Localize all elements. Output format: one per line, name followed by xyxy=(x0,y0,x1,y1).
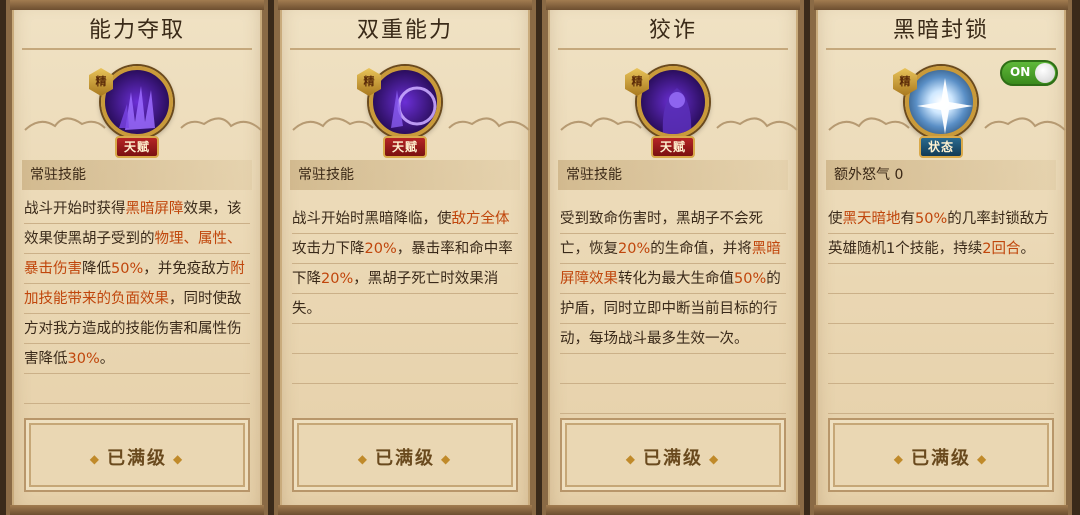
description-text: 攻击力下降 xyxy=(292,241,365,257)
diamond-icon: ◆ xyxy=(173,452,185,466)
type-badge: 状态 xyxy=(919,136,963,158)
title-divider xyxy=(826,48,1056,50)
highlight-text: 敌方全体 xyxy=(451,211,510,227)
toggle-label: ON xyxy=(1010,65,1031,79)
max-level-label: ◆ 已满级 ◆ xyxy=(294,444,516,470)
description-text: 战斗开始时获得 xyxy=(24,201,126,217)
diamond-icon: ◆ xyxy=(625,452,637,466)
description-text: 。 xyxy=(99,351,115,367)
max-level-label: ◆ 已满级 ◆ xyxy=(26,444,248,470)
diamond-icon: ◆ xyxy=(441,452,453,466)
highlight-text: 30% xyxy=(67,351,100,367)
type-badge: 天赋 xyxy=(115,136,159,158)
type-badge: 天赋 xyxy=(383,136,427,158)
max-level-label: ◆ 已满级 ◆ xyxy=(830,444,1052,470)
diamond-icon: ◆ xyxy=(357,452,369,466)
description-text: 降低 xyxy=(82,261,111,277)
highlight-text: 黑暗屏障 xyxy=(125,201,184,217)
max-level-button[interactable]: ◆ 已满级 ◆ xyxy=(828,418,1054,492)
skill-description: 使黑天暗地有50%的几率封锁敌方英雄随机1个技能，持续2回合。 xyxy=(828,204,1054,414)
skill-description: 受到致命伤害时，黑胡子不会死亡，恢复20%的生命值，并将黑暗屏障效果转化为最大生… xyxy=(560,204,786,414)
description-text: 使 xyxy=(828,211,843,227)
highlight-text: 50% xyxy=(915,211,948,227)
max-level-button[interactable]: ◆ 已满级 ◆ xyxy=(292,418,518,492)
type-badge: 天赋 xyxy=(651,136,695,158)
skill-card-3: 狡诈 精 天赋 常驻技能 受到致命伤害时，黑胡子不会死亡，恢复20%的生命值，并… xyxy=(542,0,804,515)
highlight-text: 黑天暗地 xyxy=(842,211,901,227)
description-text: 。 xyxy=(1020,241,1035,257)
highlight-text: 50% xyxy=(734,271,767,287)
section-label: 额外怒气 0 xyxy=(826,160,1056,190)
skill-description: 战斗开始时黑暗降临，使敌方全体攻击力下降20%，暴击率和命中率下降20%，黑胡子… xyxy=(292,204,518,384)
toggle-knob xyxy=(1035,63,1055,83)
highlight-text: 20% xyxy=(364,241,397,257)
skill-cards: 能力夺取 精 天赋 常驻技能 战斗开始时获得黑暗屏障效果，该效果使黑胡子受到的物… xyxy=(0,0,1080,515)
section-label: 常驻技能 xyxy=(558,160,788,190)
max-level-button[interactable]: ◆ 已满级 ◆ xyxy=(560,418,786,492)
highlight-text: 20% xyxy=(321,271,354,287)
button-text: 已满级 xyxy=(375,448,435,469)
diamond-icon: ◆ xyxy=(893,452,905,466)
skill-card-2: 双重能力 精 天赋 常驻技能 战斗开始时黑暗降临，使敌方全体攻击力下降20%，暴… xyxy=(274,0,536,515)
button-text: 已满级 xyxy=(643,448,703,469)
auto-toggle-switch[interactable]: ON xyxy=(1000,60,1058,86)
max-level-button[interactable]: ◆ 已满级 ◆ xyxy=(24,418,250,492)
title-divider xyxy=(22,48,252,50)
section-label: 常驻技能 xyxy=(290,160,520,190)
button-text: 已满级 xyxy=(107,448,167,469)
highlight-text: 50% xyxy=(111,261,144,277)
description-text: 有 xyxy=(900,211,916,227)
highlight-text: 20% xyxy=(618,241,651,257)
section-label: 常驻技能 xyxy=(22,160,252,190)
max-level-label: ◆ 已满级 ◆ xyxy=(562,444,784,470)
title-divider xyxy=(290,48,520,50)
description-text: 的生命值，并将 xyxy=(650,241,752,257)
diamond-icon: ◆ xyxy=(89,452,101,466)
button-text: 已满级 xyxy=(911,448,971,469)
skill-description: 战斗开始时获得黑暗屏障效果，该效果使黑胡子受到的物理、属性、暴击伤害降低50%，… xyxy=(24,194,250,404)
skill-title: 双重能力 xyxy=(356,18,453,43)
skill-card-1: 能力夺取 精 天赋 常驻技能 战斗开始时获得黑暗屏障效果，该效果使黑胡子受到的物… xyxy=(6,0,268,515)
diamond-icon: ◆ xyxy=(709,452,721,466)
description-text: 战斗开始时黑暗降临，使 xyxy=(292,211,452,227)
diamond-icon: ◆ xyxy=(977,452,989,466)
skill-title: 能力夺取 xyxy=(88,18,185,43)
skill-card-4: 黑暗封锁 ON 精 状态 额外怒气 0 使黑天暗地有50%的几率封锁敌方英雄随机… xyxy=(810,0,1072,515)
title-divider xyxy=(558,48,788,50)
description-text: 转化为最大生命值 xyxy=(618,271,734,287)
description-text: ，并免疫敌方 xyxy=(143,261,231,277)
skill-title: 黑暗封锁 xyxy=(892,18,989,43)
skill-title: 狡诈 xyxy=(648,18,697,43)
highlight-text: 2回合 xyxy=(982,241,1021,257)
